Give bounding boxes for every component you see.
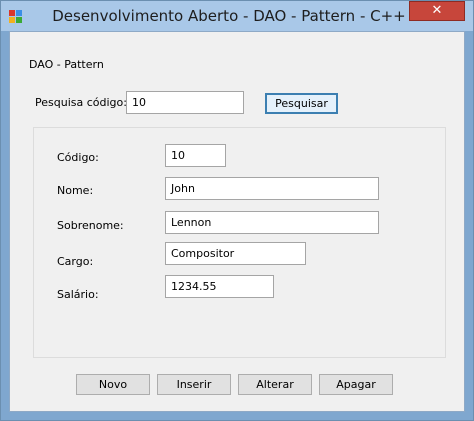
close-icon: ✕ bbox=[431, 3, 443, 18]
app-icon bbox=[9, 10, 22, 23]
codigo-label: Código: bbox=[57, 151, 99, 164]
cargo-field[interactable]: Compositor bbox=[165, 242, 306, 265]
search-code-input[interactable]: 10 bbox=[126, 91, 244, 114]
title-bar[interactable]: Desenvolvimento Aberto - DAO - Pattern -… bbox=[1, 1, 473, 31]
search-button[interactable]: Pesquisar bbox=[265, 93, 338, 114]
apagar-button[interactable]: Apagar bbox=[319, 374, 393, 395]
dao-pattern-label: DAO - Pattern bbox=[29, 58, 104, 71]
window-title: Desenvolvimento Aberto - DAO - Pattern -… bbox=[52, 7, 406, 25]
sobrenome-field[interactable]: Lennon bbox=[165, 211, 379, 234]
nome-label: Nome: bbox=[57, 184, 94, 197]
cargo-label: Cargo: bbox=[57, 255, 94, 268]
alterar-button[interactable]: Alterar bbox=[238, 374, 312, 395]
app-window: Desenvolvimento Aberto - DAO - Pattern -… bbox=[0, 0, 474, 421]
client-area: DAO - Pattern Pesquisa código: 10 Pesqui… bbox=[9, 31, 465, 412]
search-code-label: Pesquisa código: bbox=[35, 96, 127, 109]
close-button[interactable]: ✕ bbox=[409, 1, 465, 21]
inserir-button[interactable]: Inserir bbox=[157, 374, 231, 395]
codigo-field[interactable]: 10 bbox=[165, 144, 226, 167]
salario-label: Salário: bbox=[57, 288, 99, 301]
novo-button[interactable]: Novo bbox=[76, 374, 150, 395]
sobrenome-label: Sobrenome: bbox=[57, 219, 124, 232]
salario-field[interactable]: 1234.55 bbox=[165, 275, 274, 298]
nome-field[interactable]: John bbox=[165, 177, 379, 200]
